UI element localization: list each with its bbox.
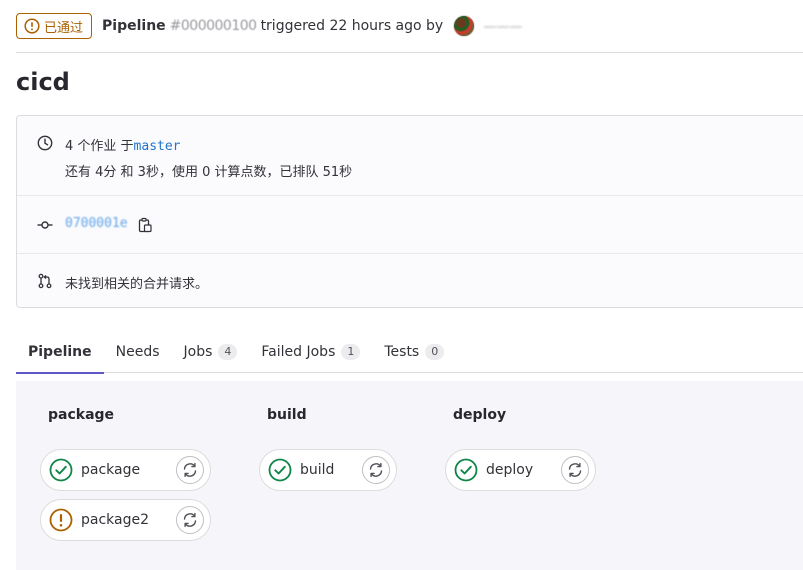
avatar[interactable] [453,15,476,37]
job-package2[interactable]: package2 [40,499,211,541]
pipeline-graph: package package package2 build build dep… [16,381,803,570]
retry-button[interactable] [176,506,204,534]
pipeline-tabs: Pipeline Needs Jobs 4 Failed Jobs 1 Test… [16,330,803,374]
username[interactable]: 一一一 [483,17,522,36]
stage-title-build: build [267,407,307,423]
status-badge[interactable]: 已通过 [16,13,93,39]
merge-request-row: 未找到相关的合并请求。 [17,254,803,308]
tab-label: Needs [115,343,160,360]
header-divider [16,52,803,53]
job-name: package [81,462,141,478]
job-package[interactable]: package [40,449,211,491]
tab-pipeline[interactable]: Pipeline [16,330,104,374]
stage-title-deploy: deploy [453,407,507,423]
success-status-icon [49,458,73,482]
tab-failed-jobs[interactable]: Failed Jobs 1 [249,330,372,373]
retry-button[interactable] [176,456,204,484]
retry-icon [183,462,197,478]
stage-title-package: package [48,407,115,423]
merge-request-text: 未找到相关的合并请求。 [65,277,209,292]
retry-icon [369,462,383,478]
success-status-icon [268,458,292,482]
retry-button[interactable] [561,456,589,484]
tab-count-badge: 0 [425,343,445,360]
retry-icon [183,512,197,528]
tab-jobs[interactable]: Jobs 4 [172,330,250,373]
tab-label: Pipeline [28,343,92,360]
triggered-text: triggered 22 hours ago by [260,18,444,34]
job-deploy[interactable]: deploy [445,449,596,491]
tab-label: Tests [384,343,420,360]
retry-button[interactable] [362,456,390,484]
pipeline-trigger-info: Pipeline #000000100 triggered 22 hours a… [102,18,443,34]
commit-sha-link[interactable]: 0700001e [65,216,128,231]
jobs-count-text: 4 个作业 于 [65,139,134,154]
job-name: deploy [486,462,534,478]
tab-count-badge: 4 [218,343,238,360]
warning-status-icon [49,508,73,532]
clock-icon [37,135,53,151]
duration-text: 还有 4分 和 3秒，使用 0 计算点数，已排队 51秒 [65,165,353,180]
pipeline-header: 已通过 Pipeline #000000100 triggered 22 hou… [16,13,522,39]
branch-link[interactable]: master [134,139,181,154]
retry-icon [568,462,582,478]
tab-tests[interactable]: Tests 0 [372,330,456,373]
pipeline-label: Pipeline [102,18,166,34]
page-title: cicd [16,68,70,96]
jobs-summary: 4 个作业 于master [65,135,181,154]
status-badge-label: 已通过 [44,20,84,36]
commit-row: 0700001e [17,196,803,254]
copy-icon[interactable] [137,217,153,233]
tab-label: Failed Jobs [261,343,336,360]
tab-count-badge: 1 [341,343,361,360]
tab-needs[interactable]: Needs [104,330,172,373]
jobs-info-row: 4 个作业 于master 还有 4分 和 3秒，使用 0 计算点数，已排队 5… [17,116,803,196]
job-build[interactable]: build [259,449,397,491]
job-name: build [300,462,335,478]
tab-label: Jobs [183,343,213,360]
job-name: package2 [81,512,150,528]
success-status-icon [454,458,478,482]
warning-icon [24,18,40,34]
pipeline-id[interactable]: #000000100 [170,18,257,34]
merge-request-icon [38,273,52,289]
pipeline-info-card: 4 个作业 于master 还有 4分 和 3秒，使用 0 计算点数，已排队 5… [16,115,803,308]
commit-icon [37,221,53,229]
